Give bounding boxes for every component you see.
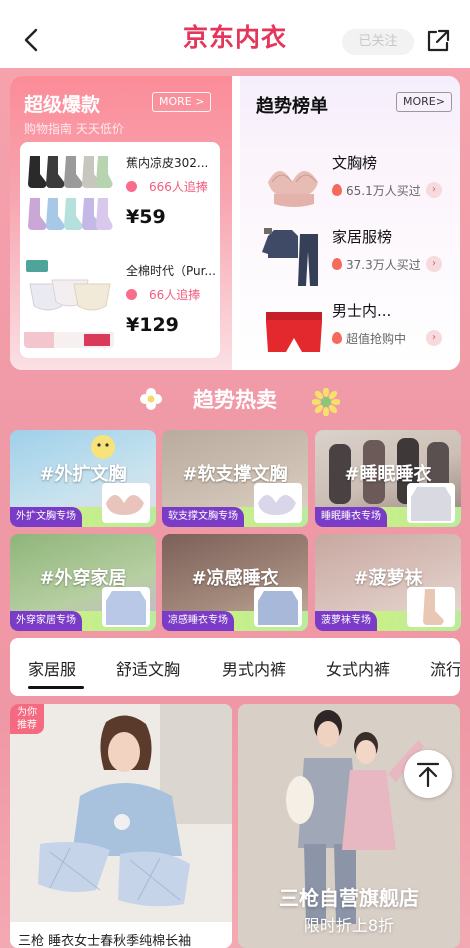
category-tab-bar: 家居服 舒适文胸 男式内裤 女式内裤 流行 (10, 638, 460, 696)
chevron-right-icon[interactable]: › (426, 256, 442, 272)
tile-product-thumb (407, 587, 455, 627)
active-tab-indicator (28, 686, 84, 689)
tab-comfort-bra[interactable]: 舒适文胸 (116, 656, 180, 680)
trend-ranking-title: 趋势榜单 (256, 96, 328, 117)
tab-homewear[interactable]: 家居服 (28, 656, 76, 680)
tile-product-thumb (254, 483, 302, 523)
feature-panel: 超级爆款 购物指南 天天低价 MORE > 蕉内凉皮302... 666人追捧 … (10, 76, 460, 370)
product-photo (10, 704, 232, 922)
flame-icon (332, 184, 342, 196)
boxer-product-image (266, 312, 322, 352)
follow-button[interactable]: 已关注 (342, 29, 414, 55)
back-arrow-icon[interactable] (18, 26, 46, 54)
back-to-top-icon[interactable] (404, 750, 452, 798)
store-promo: 限时折上8折 (303, 916, 395, 935)
top-nav-bar: 京东内衣 已关注 (0, 0, 470, 68)
product-card-flagship-store[interactable]: 三枪自营旗舰店 限时折上8折 (238, 704, 460, 948)
rank-item-meta: 37.3万人买过 (332, 256, 421, 273)
rank-item-homewear[interactable]: 家居服榜 37.3万人买过 › (248, 222, 454, 292)
tile-footer-label: 凉感睡衣专场 (162, 611, 234, 631)
share-icon[interactable] (425, 28, 451, 54)
rank-item-meta: 65.1万人买过 (332, 182, 421, 199)
tile-outer-homewear[interactable]: #外穿家居 外穿家居专场 (10, 534, 156, 631)
socks-product-image (24, 150, 114, 240)
flame-icon (332, 258, 342, 270)
tab-womens-underwear[interactable]: 女式内裤 (326, 656, 390, 680)
chevron-right-icon[interactable]: › (426, 330, 442, 346)
trend-ranking-more-button[interactable]: MORE> (396, 92, 452, 112)
tile-footer-label: 外扩文胸专场 (10, 507, 82, 527)
recommend-badge: 为你 推荐 (10, 704, 44, 734)
hot-product-price: ¥129 (126, 314, 179, 336)
hot-product-name: 全棉时代（Pur... (126, 264, 216, 278)
tile-footer-label: 外穿家居专场 (10, 611, 82, 631)
flower-sticker-icon (91, 435, 115, 459)
trend-ranking-card[interactable]: 趋势榜单 MORE> 文胸榜 65.1万人买过 › 家居服榜 37.3万人买过 … (240, 76, 460, 370)
briefs-product-image (24, 258, 114, 348)
rank-item-name: 文胸榜 (332, 154, 378, 172)
hot-product-item[interactable]: 蕉内凉皮302... 666人追捧 ¥59 (20, 142, 220, 246)
hot-product-name: 蕉内凉皮302... (126, 156, 209, 170)
tile-product-thumb (102, 587, 150, 627)
super-hot-title: 超级爆款 (24, 94, 101, 116)
tile-product-thumb (102, 483, 150, 523)
hot-product-chase-count: 66人追捧 (126, 286, 200, 303)
rank-item-meta: 超值抢购中 (332, 330, 406, 347)
super-hot-list: 蕉内凉皮302... 666人追捧 ¥59 全棉时代（Pur... 66人追捧 … (20, 142, 220, 358)
product-card-pajamas[interactable]: 为你 推荐 三枪 睡衣女士春秋季纯棉长袖 (10, 704, 232, 948)
rank-item-name: 家居服榜 (332, 228, 393, 246)
tile-product-thumb (254, 587, 302, 627)
super-hot-subtitle: 购物指南 天天低价 (24, 122, 124, 136)
tile-cool-pajamas[interactable]: #凉感睡衣 凉感睡衣专场 (162, 534, 308, 631)
store-brand-title: 京东内衣 (182, 23, 287, 52)
tile-footer-label: 睡眠睡衣专场 (315, 507, 387, 527)
tile-soft-support-bra[interactable]: #软支撑文胸 软支撑文胸专场 (162, 430, 308, 527)
hot-product-item[interactable]: 全棉时代（Pur... 66人追捧 ¥129 (20, 250, 220, 354)
tile-sleep-pajamas[interactable]: #睡眠睡衣 睡眠睡衣专场 (315, 430, 461, 527)
hot-product-chase-count: 666人追捧 (126, 178, 208, 195)
heart-icon (126, 289, 137, 300)
tab-mens-underwear[interactable]: 男式内裤 (222, 656, 286, 680)
heart-icon (126, 181, 137, 192)
tab-trending[interactable]: 流行 (430, 656, 460, 680)
pajama-product-image (262, 228, 318, 286)
tile-product-thumb (407, 483, 455, 523)
tile-pineapple-socks[interactable]: #菠萝袜 菠萝袜专场 (315, 534, 461, 631)
trend-hot-sale-title: 趋势热卖 (193, 388, 277, 412)
store-title: 三枪自营旗舰店 (279, 886, 419, 910)
flame-icon (332, 332, 342, 344)
bra-product-image (268, 171, 318, 207)
rank-item-mens-underwear[interactable]: 男士内... 超值抢购中 › (248, 296, 454, 366)
rank-item-bra[interactable]: 文胸榜 65.1万人买过 › (248, 148, 454, 218)
product-title: 三枪 睡衣女士春秋季纯棉长袖 (18, 934, 192, 948)
tile-footer-label: 软支撑文胸专场 (162, 507, 244, 527)
sunflower-icon (312, 388, 340, 416)
super-hot-card[interactable]: 超级爆款 购物指南 天天低价 MORE > 蕉内凉皮302... 666人追捧 … (10, 76, 232, 370)
hot-product-price: ¥59 (126, 206, 166, 228)
tile-push-up-bra[interactable]: #外扩文胸 外扩文胸专场 (10, 430, 156, 527)
tile-footer-label: 菠萝袜专场 (315, 611, 377, 631)
super-hot-more-button[interactable]: MORE > (152, 92, 212, 112)
chevron-right-icon[interactable]: › (426, 182, 442, 198)
rank-item-name: 男士内... (332, 302, 392, 320)
